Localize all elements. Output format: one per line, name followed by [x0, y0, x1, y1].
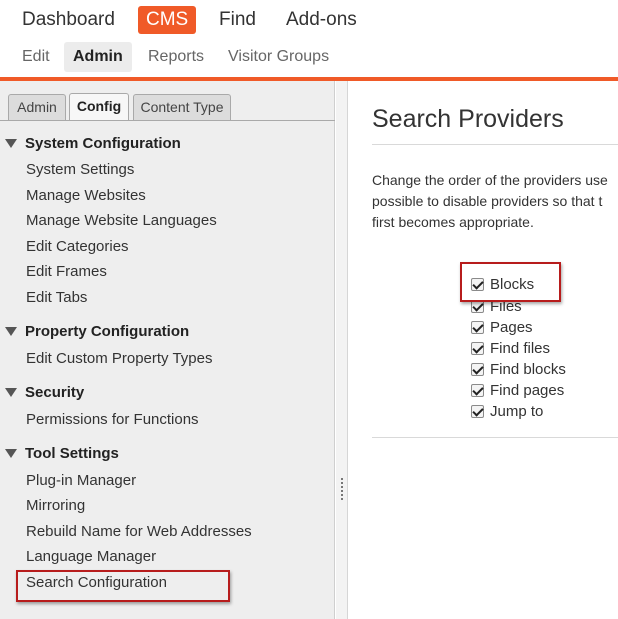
provider-label: Find pages: [490, 382, 565, 399]
nav-cms[interactable]: CMS: [138, 6, 197, 34]
provider-checkbox[interactable]: [471, 321, 484, 334]
provider-label: Jump to: [490, 403, 544, 420]
provider-checkbox[interactable]: [471, 384, 484, 397]
expand-triangle-icon: [5, 327, 17, 336]
tree-item-edit-frames[interactable]: Edit Frames: [26, 262, 107, 282]
provider-checkbox[interactable]: [471, 405, 484, 418]
subnav-admin[interactable]: Admin: [64, 42, 132, 72]
tab-admin[interactable]: Admin: [8, 94, 66, 120]
left-panel: Admin Config Content Type System Configu…: [0, 81, 335, 619]
tree-item-edit-tabs[interactable]: Edit Tabs: [26, 288, 87, 308]
providers-divider: [372, 437, 618, 438]
page-title: Search Providers: [372, 105, 564, 133]
tree-item-edit-custom-property-types[interactable]: Edit Custom Property Types: [26, 349, 212, 369]
description-line: possible to disable providers so that t: [372, 193, 603, 209]
title-divider: [372, 144, 618, 145]
description-line: Change the order of the providers use: [372, 172, 608, 188]
tree-item-manage-website-languages[interactable]: Manage Website Languages: [26, 211, 217, 231]
panel-splitter[interactable]: [336, 81, 348, 619]
splitter-grip-icon[interactable]: [340, 478, 344, 502]
tree-item-manage-websites[interactable]: Manage Websites: [26, 186, 146, 206]
description-line: first becomes appropriate.: [372, 214, 534, 230]
nav-find[interactable]: Find: [211, 6, 264, 34]
subnav-edit[interactable]: Edit: [13, 42, 59, 72]
subnav-visitor-groups[interactable]: Visitor Groups: [219, 42, 338, 72]
left-tabs: Admin Config Content Type: [0, 81, 335, 121]
provider-checkbox[interactable]: [471, 342, 484, 355]
tab-config[interactable]: Config: [69, 93, 129, 121]
search-configuration-highlight-box: [16, 570, 230, 602]
tree-item-plug-in-manager[interactable]: Plug-in Manager: [26, 471, 136, 491]
tab-divider: [0, 120, 335, 121]
tree-item-language-manager[interactable]: Language Manager: [26, 547, 156, 567]
expand-triangle-icon: [5, 388, 17, 397]
provider-label: Pages: [490, 319, 533, 336]
blocks-highlight-box: [460, 262, 561, 302]
expand-triangle-icon: [5, 449, 17, 458]
subnav-reports[interactable]: Reports: [139, 42, 213, 72]
description: Change the order of the providers use po…: [372, 170, 618, 233]
provider-label: Find blocks: [490, 361, 566, 378]
top-nav: Dashboard CMS Find Add-ons: [0, 0, 618, 40]
tree-item-permissions-for-functions[interactable]: Permissions for Functions: [26, 410, 199, 430]
expand-triangle-icon: [5, 139, 17, 148]
nav-dashboard[interactable]: Dashboard: [14, 6, 123, 34]
tree-item-system-settings[interactable]: System Settings: [26, 160, 134, 180]
tab-content-type[interactable]: Content Type: [133, 94, 231, 120]
tree-item-rebuild-name-for-web-addresses[interactable]: Rebuild Name for Web Addresses: [26, 522, 252, 542]
tree-item-mirroring[interactable]: Mirroring: [26, 496, 85, 516]
main-content: Search Providers Change the order of the…: [349, 81, 618, 619]
tree-item-edit-categories[interactable]: Edit Categories: [26, 237, 129, 257]
sub-nav: Edit Admin Reports Visitor Groups: [0, 42, 618, 74]
nav-add-ons[interactable]: Add-ons: [278, 6, 365, 34]
provider-checkbox[interactable]: [471, 363, 484, 376]
provider-label: Find files: [490, 340, 551, 357]
